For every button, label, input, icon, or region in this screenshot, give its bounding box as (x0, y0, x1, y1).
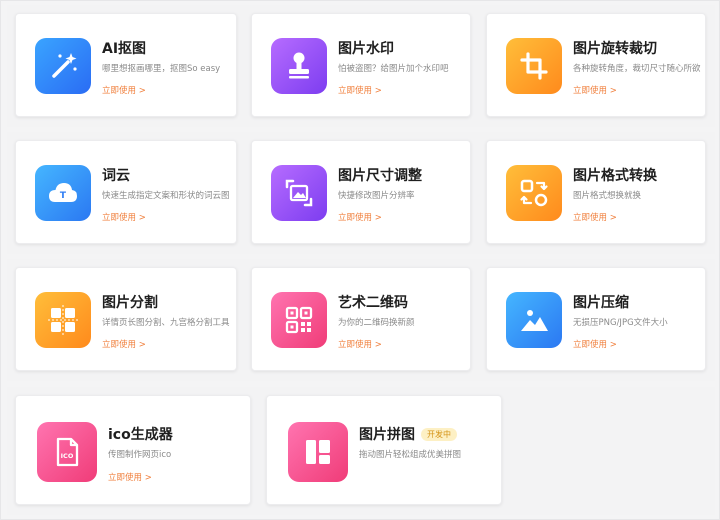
tool-title: 图片格式转换 (573, 168, 657, 184)
use-now-link[interactable]: 立即使用 > (338, 84, 382, 96)
tool-title: 图片旋转裁切 (573, 41, 657, 57)
tool-title: AI抠图 (102, 41, 147, 57)
tool-card-collage[interactable]: 图片拼图 开发中 拖动图片轻松组成优美拼图 (266, 395, 502, 505)
tool-title: 艺术二维码 (338, 295, 408, 311)
tool-title-text: 图片拼图 (359, 427, 415, 443)
convert-icon (506, 165, 562, 221)
tool-description: 各种旋转角度，裁切尺寸随心所欲 (573, 64, 701, 74)
grid-split-icon (35, 292, 91, 348)
tool-title: 图片尺寸调整 (338, 168, 422, 184)
tool-description: 无损压PNG/JPG文件大小 (573, 318, 668, 328)
tools-panel: AI抠图 哪里想抠画哪里，抠图So easy 立即使用 > 图片水印 怕被盗图？… (0, 0, 720, 520)
tool-description: 详情页长图分割、九宫格分割工具 (102, 318, 230, 328)
use-now-link[interactable]: 立即使用 > (102, 211, 146, 223)
tool-description: 图片格式想换就换 (573, 191, 642, 201)
tool-description: 为你的二维码换新颜 (338, 318, 415, 328)
tool-description: 拖动图片轻松组成优美拼图 (359, 450, 462, 460)
tool-card-rotate-crop[interactable]: 图片旋转裁切 各种旋转角度，裁切尺寸随心所欲 立即使用 > (486, 13, 706, 117)
svg-text:ICO: ICO (61, 452, 74, 460)
tool-description: 快速生成指定文案和形状的词云图 (102, 191, 230, 201)
tool-card-watermark[interactable]: 图片水印 怕被盗图？给图片加个水印吧 立即使用 > (251, 13, 471, 117)
tool-title: 图片拼图 开发中 (359, 424, 457, 444)
tool-description: 快捷修改图片分辨率 (338, 191, 415, 201)
tool-card-compress[interactable]: 图片压缩 无损压PNG/JPG文件大小 立即使用 > (486, 267, 706, 371)
stamp-icon (271, 38, 327, 94)
tool-description: 怕被盗图？给图片加个水印吧 (338, 64, 449, 74)
tool-card-split[interactable]: 图片分割 详情页长图分割、九宫格分割工具 立即使用 > (15, 267, 237, 371)
tool-card-art-qrcode[interactable]: 艺术二维码 为你的二维码换新颜 立即使用 > (251, 267, 471, 371)
status-badge: 开发中 (421, 428, 457, 441)
use-now-link[interactable]: 立即使用 > (573, 338, 617, 350)
use-now-link[interactable]: 立即使用 > (102, 338, 146, 350)
use-now-link[interactable]: 立即使用 > (108, 471, 152, 483)
qr-code-icon (271, 292, 327, 348)
ico-file-icon: ICO (37, 422, 97, 482)
cloud-icon: T (35, 165, 91, 221)
use-now-link[interactable]: 立即使用 > (338, 211, 382, 223)
use-now-link[interactable]: 立即使用 > (102, 84, 146, 96)
tool-title: ico生成器 (108, 427, 173, 443)
tool-card-word-cloud[interactable]: T 词云 快速生成指定文案和形状的词云图 立即使用 > (15, 140, 237, 244)
tool-card-ai-cutout[interactable]: AI抠图 哪里想抠画哪里，抠图So easy 立即使用 > (15, 13, 237, 117)
use-now-link[interactable]: 立即使用 > (573, 84, 617, 96)
tool-title: 图片水印 (338, 41, 394, 57)
use-now-link[interactable]: 立即使用 > (573, 211, 617, 223)
tool-card-resize[interactable]: 图片尺寸调整 快捷修改图片分辨率 立即使用 > (251, 140, 471, 244)
svg-text:T: T (60, 191, 67, 201)
tool-title: 图片压缩 (573, 295, 629, 311)
use-now-link[interactable]: 立即使用 > (338, 338, 382, 350)
tool-title: 词云 (102, 168, 130, 184)
tool-description: 哪里想抠画哪里，抠图So easy (102, 64, 221, 74)
resize-icon (271, 165, 327, 221)
collage-icon (288, 422, 348, 482)
tool-card-format-convert[interactable]: 图片格式转换 图片格式想换就换 立即使用 > (486, 140, 706, 244)
mountain-image-icon (506, 292, 562, 348)
tool-card-ico-generator[interactable]: ICO ico生成器 传图制作网页ico 立即使用 > (15, 395, 251, 505)
tool-title: 图片分割 (102, 295, 158, 311)
magic-wand-icon (35, 38, 91, 94)
crop-icon (506, 38, 562, 94)
tool-description: 传图制作网页ico (108, 450, 172, 460)
